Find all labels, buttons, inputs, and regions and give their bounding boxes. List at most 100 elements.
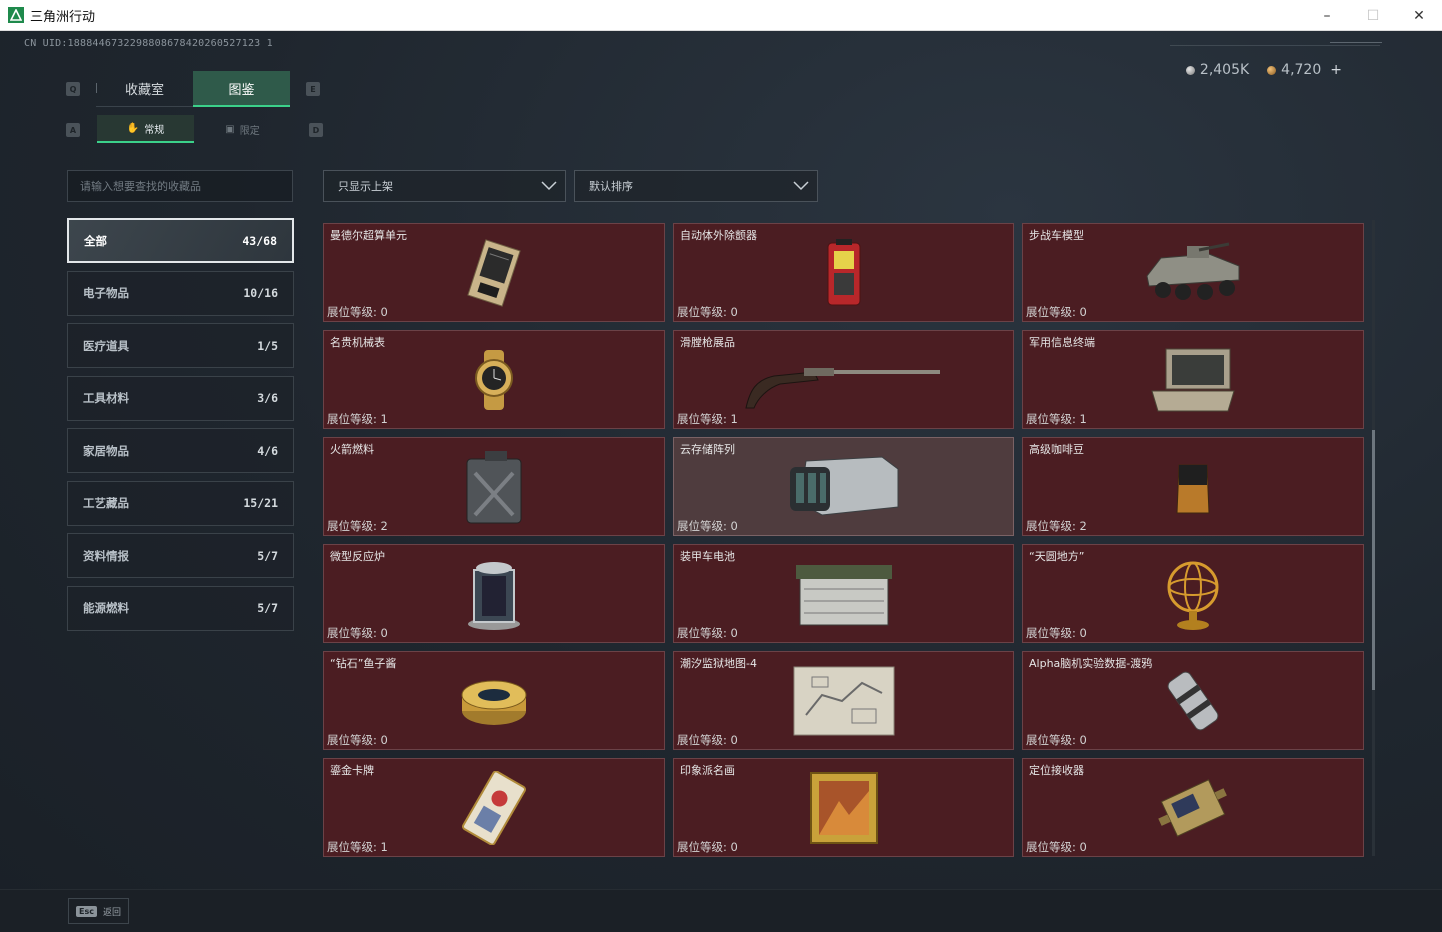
scrollbar-thumb[interactable] [1372, 430, 1375, 690]
shelf-filter-dropdown[interactable]: 只显示上架 [323, 170, 566, 202]
tab-collection-room[interactable]: 收藏室 [96, 71, 193, 107]
close-button[interactable]: ✕ [1396, 0, 1442, 31]
category-name: 资料情报 [83, 548, 129, 563]
category-crafts[interactable]: 工艺藏品 15/21 [67, 480, 294, 526]
collection-item-card[interactable]: 装甲车电池 展位等级: 0 [673, 544, 1014, 643]
window-titlebar: 三角洲行动 – ☐ ✕ [0, 0, 1442, 31]
grid-scrollbar[interactable] [1372, 220, 1375, 856]
currency-silver-value: 2,405K [1199, 62, 1250, 78]
frame-icon: ▣ [225, 123, 235, 135]
watch-icon [475, 349, 513, 410]
subtab-limited[interactable]: ▣ 限定 [194, 115, 291, 143]
collection-item-card[interactable]: 鎏金卡牌 展位等级: 1 [323, 758, 665, 857]
item-level: 展位等级: 2 [327, 518, 388, 534]
category-count: 3/6 [257, 391, 278, 405]
item-level: 展位等级: 0 [677, 304, 738, 320]
item-level: 展位等级: 0 [677, 625, 738, 641]
back-label: 返回 [102, 907, 121, 918]
item-level: 展位等级: 1 [327, 839, 388, 855]
hand-icon: ✋ [126, 122, 140, 134]
item-level: 展位等级: 1 [677, 411, 738, 427]
collection-item-card[interactable]: “钻石”鱼子酱 展位等级: 0 [323, 651, 665, 750]
item-level: 展位等级: 2 [1026, 518, 1087, 534]
back-button[interactable]: Esc 返回 [68, 898, 129, 924]
key-hint-e: E [306, 82, 320, 96]
category-count: 5/7 [257, 601, 278, 615]
category-tools[interactable]: 工具材料 3/6 [67, 375, 294, 421]
item-level-label: 展位等级: [327, 840, 377, 854]
minimize-button[interactable]: – [1304, 0, 1350, 31]
collection-item-card[interactable]: Alpha脑机实验数据-渡鸦 展位等级: 0 [1022, 651, 1364, 750]
item-level-value: 1 [730, 412, 738, 426]
collection-item-card[interactable]: “天圆地方” 展位等级: 0 [1022, 544, 1364, 643]
currency-gold: 4,720 + [1267, 62, 1342, 78]
item-name: 印象派名画 [680, 764, 735, 777]
supercomputer-unit-icon [467, 238, 521, 307]
decor-line [1170, 45, 1380, 46]
item-level-value: 1 [1079, 412, 1087, 426]
category-electronics[interactable]: 电子物品 10/16 [67, 270, 294, 316]
subtab-limited-label: 限定 [239, 125, 260, 137]
item-level-label: 展位等级: [327, 412, 377, 426]
key-hint-q: Q [66, 82, 80, 96]
collection-item-card[interactable]: 火箭燃料 展位等级: 2 [323, 437, 665, 536]
category-name: 医疗道具 [83, 338, 129, 353]
collection-item-card[interactable]: 滑膛枪展品 展位等级: 1 [673, 330, 1014, 429]
collection-item-card[interactable]: 步战车模型 展位等级: 0 [1022, 223, 1364, 322]
gilded-card-icon [462, 770, 526, 845]
collection-item-card[interactable]: 潮汐监狱地图-4 展位等级: 0 [673, 651, 1014, 750]
item-name: 自动体外除颤器 [680, 229, 757, 242]
category-name: 工具材料 [83, 391, 129, 405]
category-count: 1/5 [257, 338, 278, 353]
category-intel[interactable]: 资料情报 5/7 [67, 533, 294, 578]
item-name: “钻石”鱼子酱 [330, 657, 397, 670]
category-household[interactable]: 家居物品 4/6 [67, 428, 294, 473]
data-capsule-icon [1167, 671, 1219, 730]
category-count: 10/16 [243, 286, 278, 300]
collection-grid: 曼德尔超算单元 展位等级: 0 自动体外除颤器 展位等级: 0 步战车模型 展位… [323, 223, 1365, 857]
bottom-bar: Esc 返回 [0, 889, 1442, 932]
category-all[interactable]: 全部 43/68 [67, 218, 294, 263]
collection-item-card[interactable]: 曼德尔超算单元 展位等级: 0 [323, 223, 665, 322]
item-level-label: 展位等级: [1026, 412, 1076, 426]
maximize-button[interactable]: ☐ [1350, 0, 1396, 31]
window-title: 三角洲行动 [30, 9, 96, 25]
currency-panel: 2,405K 4,720 + [1185, 62, 1342, 78]
item-level-value: 0 [730, 305, 738, 319]
category-name: 电子物品 [83, 286, 129, 300]
search-input[interactable] [68, 171, 292, 201]
esc-key-hint: Esc [76, 905, 97, 917]
collection-item-card[interactable]: 印象派名画 展位等级: 0 [673, 758, 1014, 857]
gold-coin-icon [1267, 65, 1277, 75]
item-level: 展位等级: 0 [1026, 625, 1087, 641]
tab-catalog[interactable]: 图鉴 [193, 71, 290, 107]
shelf-filter-value: 只显示上架 [338, 180, 393, 193]
item-level-label: 展位等级: [1026, 733, 1076, 747]
item-name: 装甲车电池 [680, 550, 735, 563]
item-name: 步战车模型 [1029, 229, 1084, 242]
subtab-regular[interactable]: ✋ 常规 [97, 115, 194, 143]
sort-dropdown[interactable]: 默认排序 [574, 170, 818, 202]
collection-item-card[interactable]: 微型反应炉 展位等级: 0 [323, 544, 665, 643]
chevron-down-icon [793, 181, 809, 191]
item-level-label: 展位等级: [1026, 519, 1076, 533]
item-level: 展位等级: 0 [677, 839, 738, 855]
collection-item-card[interactable]: 定位接收器 展位等级: 0 [1022, 758, 1364, 857]
collection-item-card[interactable]: 军用信息终端 展位等级: 1 [1022, 330, 1364, 429]
item-name: 云存储阵列 [680, 443, 735, 456]
category-medical[interactable]: 医疗道具 1/5 [67, 323, 294, 368]
item-level-label: 展位等级: [677, 412, 727, 426]
item-level-label: 展位等级: [677, 305, 727, 319]
collection-item-card[interactable]: 名贵机械表 展位等级: 1 [323, 330, 665, 429]
sub-tabs: ✋ 常规 ▣ 限定 [97, 115, 291, 143]
collection-item-card[interactable]: 高级咖啡豆 展位等级: 2 [1022, 437, 1364, 536]
vehicle-battery-icon [795, 564, 892, 625]
collection-item-card[interactable]: 云存储阵列 展位等级: 0 [673, 437, 1014, 536]
collection-item-card[interactable]: 自动体外除颤器 展位等级: 0 [673, 223, 1014, 322]
add-currency-button[interactable]: + [1330, 62, 1342, 78]
category-energy[interactable]: 能源燃料 5/7 [67, 585, 294, 631]
item-level-value: 0 [730, 840, 738, 854]
mini-reactor-icon [468, 561, 520, 630]
armillary-sphere-icon [1167, 561, 1219, 630]
app-logo-icon [8, 7, 24, 23]
